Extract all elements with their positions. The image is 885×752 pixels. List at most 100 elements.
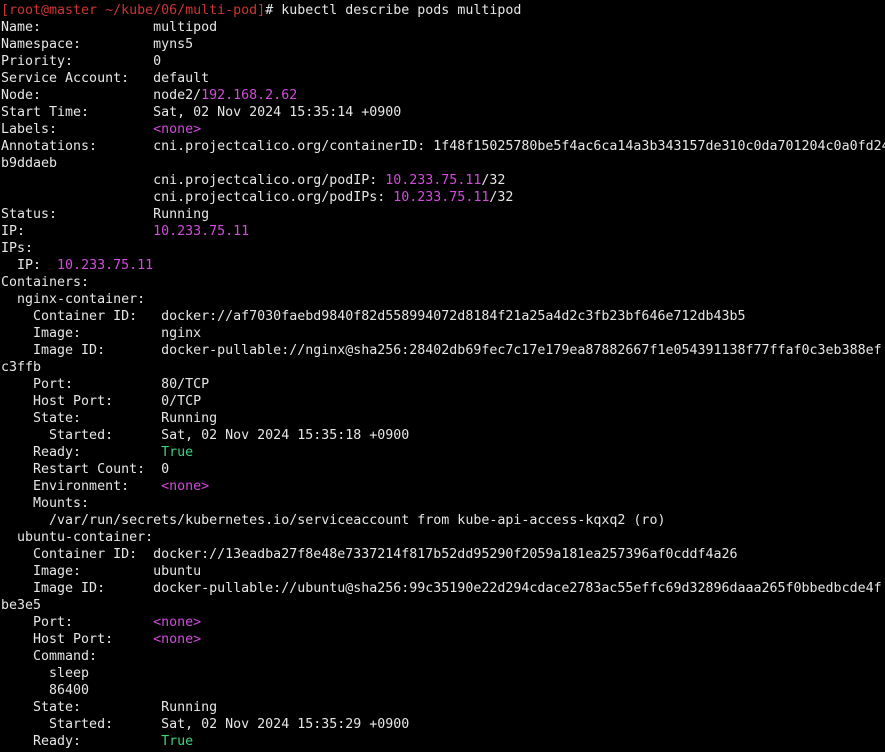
output-text: Image ID: docker-pullable://nginx@sha256… — [1, 343, 882, 358]
terminal-output-line: IP: 10.233.75.11 — [1, 223, 885, 240]
terminal-output-line: Ready: True — [1, 733, 885, 750]
output-text: Container ID: docker://af7030faebd9840f8… — [1, 309, 746, 324]
command-text: # kubectl describe pods multipod — [265, 3, 522, 18]
terminal-output-line: State: Running — [1, 410, 885, 427]
terminal-output-line: Priority: 0 — [1, 53, 885, 70]
output-text: Service Account: default — [1, 71, 210, 86]
output-text: Ready: — [1, 734, 162, 749]
highlighted-value: <none> — [161, 479, 210, 494]
terminal-output-line: State: Running — [1, 699, 885, 716]
output-text: /32 — [489, 190, 514, 205]
highlighted-value: 10.233.75.11 — [57, 258, 154, 273]
terminal-output-line: Ready: True — [1, 444, 885, 461]
output-text: c3ffb — [1, 360, 42, 375]
output-text: /32 — [481, 173, 506, 188]
highlighted-value: 10.233.75.11 — [393, 190, 490, 205]
terminal-output-line: Host Port: <none> — [1, 631, 885, 648]
output-text: Image: ubuntu — [1, 564, 202, 579]
terminal-output-line: Container ID: docker://af7030faebd9840f8… — [1, 308, 885, 325]
terminal-output-line: Restart Count: 0 — [1, 461, 885, 478]
terminal-output-line: b9ddaeb — [1, 155, 885, 172]
output-text: Host Port: — [1, 632, 154, 647]
terminal-output-line: Namespace: myns5 — [1, 36, 885, 53]
command-prompt-line: [root@master ~/kube/06/multi-pod]# kubec… — [1, 2, 885, 19]
terminal-output-line: Environment: <none> — [1, 478, 885, 495]
output-text: nginx-container: — [1, 292, 146, 307]
terminal-output-line: Status: Running — [1, 206, 885, 223]
terminal-output-line: IP: 10.233.75.11 — [1, 257, 885, 274]
output-text: sleep — [1, 666, 90, 681]
terminal-output-line: ubuntu-container: — [1, 529, 885, 546]
terminal-output-line: cni.projectcalico.org/podIPs: 10.233.75.… — [1, 189, 885, 206]
output-text: Annotations: cni.projectcalico.org/conta… — [1, 139, 885, 154]
output-text: cni.projectcalico.org/podIPs: — [1, 190, 394, 205]
status-true-value: True — [161, 734, 194, 749]
output-text: Started: Sat, 02 Nov 2024 15:35:29 +0900 — [1, 717, 410, 732]
output-text: Restart Count: 0 — [1, 462, 170, 477]
terminal-output-line: Start Time: Sat, 02 Nov 2024 15:35:14 +0… — [1, 104, 885, 121]
terminal-output-line: Image: ubuntu — [1, 563, 885, 580]
terminal-output-line: cni.projectcalico.org/podIP: 10.233.75.1… — [1, 172, 885, 189]
output-text: IP: — [1, 258, 58, 273]
output-text: Command: — [1, 649, 98, 664]
terminal-output-line: Labels: <none> — [1, 121, 885, 138]
terminal-output-line: /var/run/secrets/kubernetes.io/serviceac… — [1, 512, 885, 529]
output-text: Name: multipod — [1, 20, 218, 35]
terminal-output-line: Annotations: cni.projectcalico.org/conta… — [1, 138, 885, 155]
output-text: Mounts: — [1, 496, 90, 511]
terminal-output-line: Port: 80/TCP — [1, 376, 885, 393]
output-text: b9ddaeb — [1, 156, 58, 171]
output-text: Node: node2/ — [1, 88, 202, 103]
highlighted-value: 192.168.2.62 — [201, 88, 298, 103]
highlighted-value: <none> — [153, 122, 202, 137]
terminal-output-line: Port: <none> — [1, 614, 885, 631]
terminal-output-line: Command: — [1, 648, 885, 665]
output-text: Container ID: docker://13eadba27f8e48e73… — [1, 547, 738, 562]
terminal-output-line: Containers: — [1, 274, 885, 291]
terminal-output-line: Name: multipod — [1, 19, 885, 36]
output-text: Priority: 0 — [1, 54, 162, 69]
terminal-output-line: Service Account: default — [1, 70, 885, 87]
output-text: Start Time: Sat, 02 Nov 2024 15:35:14 +0… — [1, 105, 402, 120]
output-text: cni.projectcalico.org/podIP: — [1, 173, 386, 188]
output-text: Port: — [1, 615, 154, 630]
terminal-output-line: Mounts: — [1, 495, 885, 512]
shell-prompt: [root@master ~/kube/06/multi-pod] — [1, 3, 266, 18]
status-true-value: True — [161, 445, 194, 460]
terminal-output-line: Host Port: 0/TCP — [1, 393, 885, 410]
output-text: Labels: — [1, 122, 154, 137]
output-text: Ready: — [1, 445, 162, 460]
highlighted-value: 10.233.75.11 — [153, 224, 250, 239]
output-text: Containers: — [1, 275, 90, 290]
highlighted-value: <none> — [153, 632, 202, 647]
output-text: Status: Running — [1, 207, 210, 222]
terminal-output-line: Container ID: docker://13eadba27f8e48e73… — [1, 546, 885, 563]
terminal-output-line: nginx-container: — [1, 291, 885, 308]
terminal-output-line: Started: Sat, 02 Nov 2024 15:35:18 +0900 — [1, 427, 885, 444]
highlighted-value: <none> — [153, 615, 202, 630]
output-text: IP: — [1, 224, 154, 239]
output-text: Port: 80/TCP — [1, 377, 210, 392]
output-text: 86400 — [1, 683, 90, 698]
terminal-output-line: Image: nginx — [1, 325, 885, 342]
terminal-output-line: Node: node2/192.168.2.62 — [1, 87, 885, 104]
terminal-window[interactable]: [root@master ~/kube/06/multi-pod]# kubec… — [0, 0, 885, 752]
output-text: IPs: — [1, 241, 34, 256]
terminal-output-line: c3ffb — [1, 359, 885, 376]
output-text: Namespace: myns5 — [1, 37, 194, 52]
output-text: /var/run/secrets/kubernetes.io/serviceac… — [1, 513, 666, 528]
output-text: Host Port: 0/TCP — [1, 394, 202, 409]
output-text: Image ID: docker-pullable://ubuntu@sha25… — [1, 581, 882, 596]
terminal-output-line: sleep — [1, 665, 885, 682]
terminal-output-line: Image ID: docker-pullable://ubuntu@sha25… — [1, 580, 885, 597]
terminal-output-line: IPs: — [1, 240, 885, 257]
output-text: Started: Sat, 02 Nov 2024 15:35:18 +0900 — [1, 428, 410, 443]
output-text: be3e5 — [1, 598, 42, 613]
terminal-output-line: Image ID: docker-pullable://nginx@sha256… — [1, 342, 885, 359]
terminal-output-line: Started: Sat, 02 Nov 2024 15:35:29 +0900 — [1, 716, 885, 733]
terminal-output-line: be3e5 — [1, 597, 885, 614]
terminal-output-line: 86400 — [1, 682, 885, 699]
output-text: Environment: — [1, 479, 162, 494]
output-text: State: Running — [1, 700, 218, 715]
highlighted-value: 10.233.75.11 — [385, 173, 482, 188]
